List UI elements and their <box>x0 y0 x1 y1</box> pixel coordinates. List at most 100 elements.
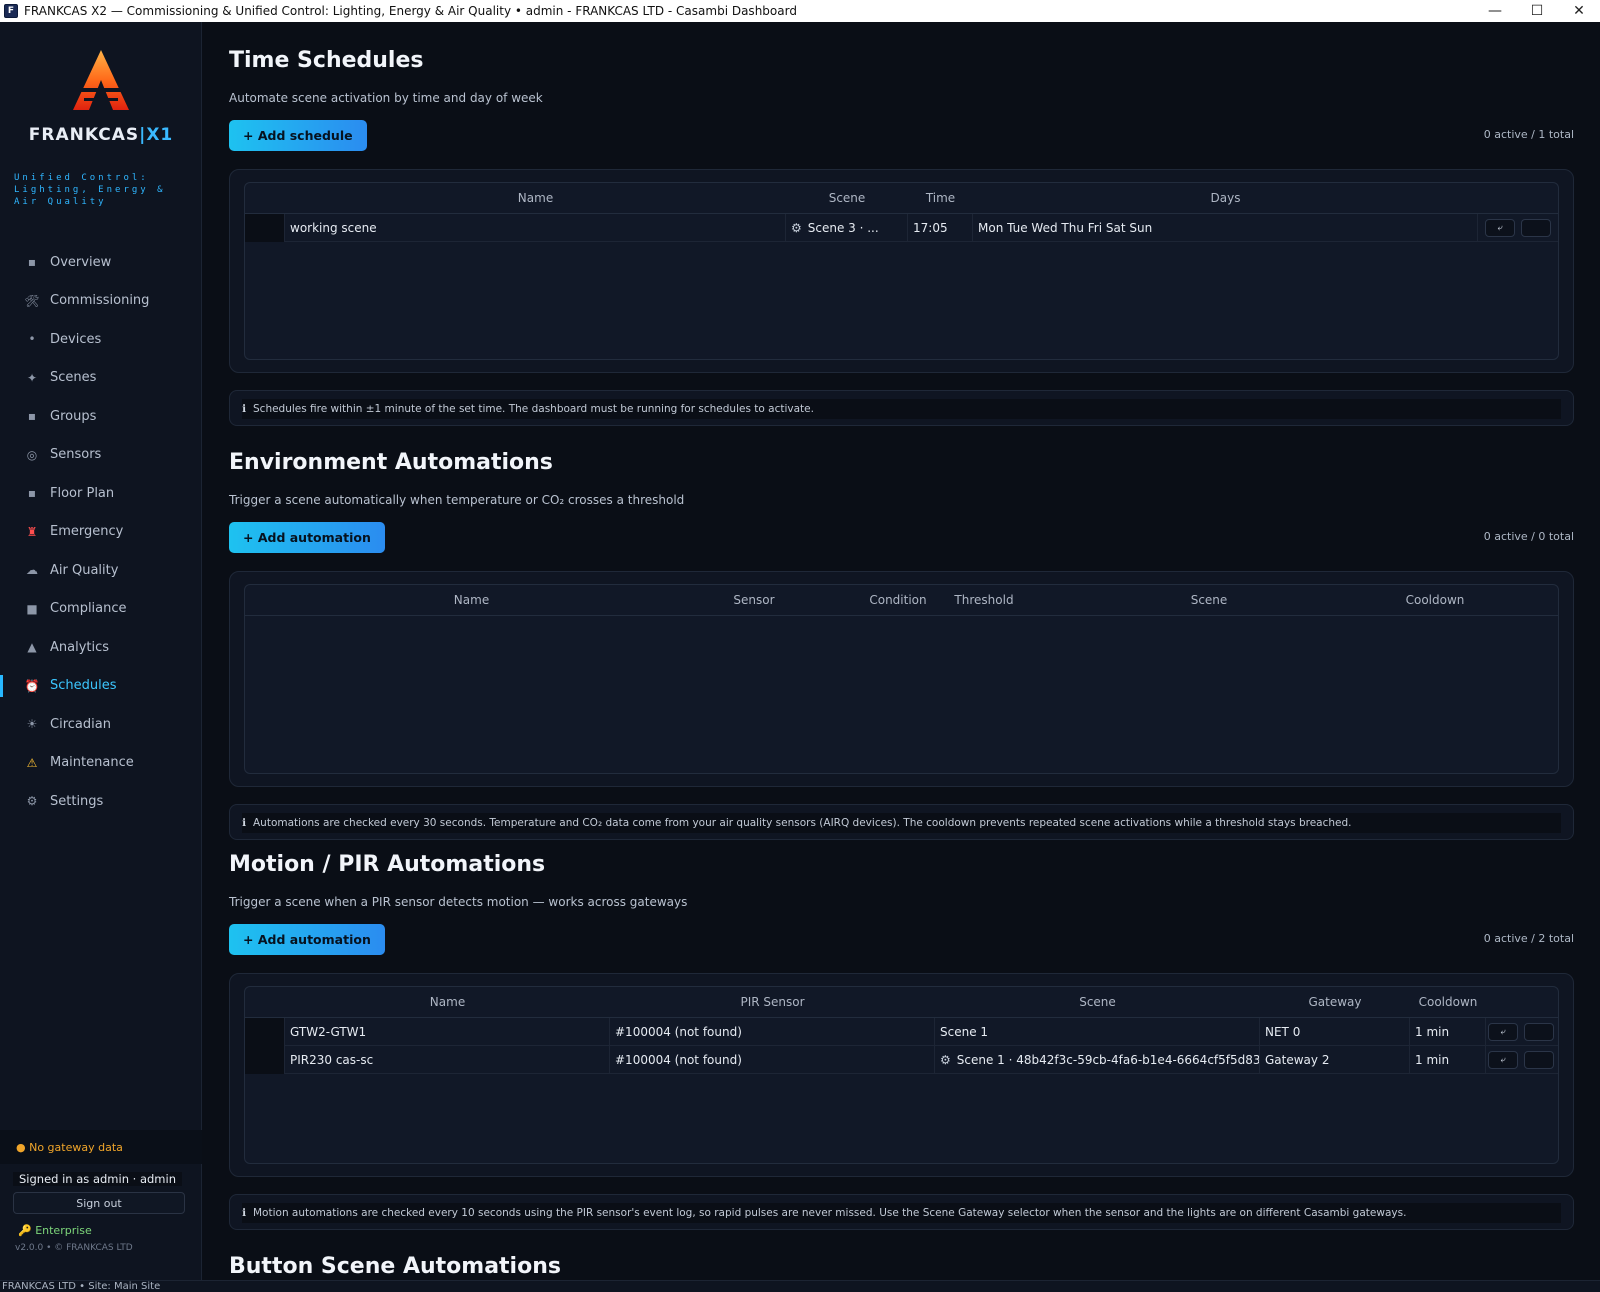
siren-icon: ♜ <box>26 524 38 539</box>
environment-table: Name Sensor Condition Threshold Scene Co… <box>244 584 1559 774</box>
sign-out-button[interactable]: Sign out <box>13 1192 185 1214</box>
automation-scene[interactable]: ⚙ Scene 1 · 48b42f3c-59cb-4fa6-b1e4-6664c… <box>935 1045 1260 1074</box>
sidebar-item-maintenance[interactable]: ⚠ Maintenance <box>0 744 202 783</box>
window-titlebar: F FRANKCAS X2 — Commissioning & Unified … <box>0 0 1600 22</box>
table-header: Name PIR Sensor Scene Gateway Cooldown <box>245 987 1558 1018</box>
sidebar-item-scenes[interactable]: ✦ Scenes <box>0 359 202 398</box>
sidebar-item-groups[interactable]: ▪ Groups <box>0 397 202 436</box>
row-checkbox[interactable] <box>245 1017 285 1046</box>
section-title: Motion / PIR Automations <box>229 852 546 877</box>
add-automation-button[interactable]: + Add automation <box>229 522 385 553</box>
minimize-button[interactable]: — <box>1474 0 1516 22</box>
table-row[interactable]: working scene ⚙ Scene 3 · ... 17:05 Mon T… <box>245 213 1558 242</box>
main-content: Time Schedules Automate scene activation… <box>203 22 1600 1280</box>
overview-icon: ▪ <box>27 255 37 270</box>
column-header[interactable]: Cooldown <box>1396 593 1474 607</box>
delete-button[interactable] <box>1521 218 1551 237</box>
row-actions: ⤶ <box>1486 1046 1556 1074</box>
brand-name: FRANKCAS|X1 <box>28 125 174 145</box>
gear-icon: ⚙ <box>791 220 802 235</box>
row-actions: ⤶ <box>1486 1018 1556 1046</box>
section-subtitle: Trigger a scene automatically when tempe… <box>229 493 685 507</box>
sensor-icon: ◎ <box>26 447 38 462</box>
edit-button[interactable]: ⤶ <box>1485 218 1515 237</box>
sidebar-item-analytics[interactable]: ▲ Analytics <box>0 628 202 667</box>
column-header[interactable]: Scene <box>786 191 908 205</box>
table-row[interactable]: GTW2-GTW1 #100004 (not found) Scene 1 NE… <box>245 1017 1558 1046</box>
info-icon: ℹ <box>242 817 246 829</box>
sidebar-item-sensors[interactable]: ◎ Sensors <box>0 436 202 475</box>
row-checkbox[interactable] <box>245 1045 285 1074</box>
sun-icon: ☀ <box>26 717 38 732</box>
column-header[interactable]: Name <box>285 995 610 1009</box>
environment-panel: Name Sensor Condition Threshold Scene Co… <box>229 571 1574 787</box>
pir-sensor: #100004 (not found) <box>610 1045 935 1074</box>
automation-scene: Scene 1 <box>935 1017 1260 1046</box>
column-header[interactable]: PIR Sensor <box>610 995 935 1009</box>
environment-info: ℹ Automations are checked every 30 second… <box>229 804 1574 840</box>
sidebar-item-air-quality[interactable]: ☁ Air Quality <box>0 551 202 590</box>
edit-button[interactable]: ⤶ <box>1488 1050 1518 1069</box>
automation-count: 0 active / 0 total <box>1483 530 1574 543</box>
column-header[interactable]: Name <box>285 593 658 607</box>
column-header[interactable]: Threshold <box>946 593 1022 607</box>
status-bar: FRANKCAS LTD • Site: Main Site <box>0 1280 1600 1292</box>
automation-cooldown: 1 min <box>1410 1017 1486 1046</box>
column-header[interactable]: Days <box>973 191 1478 205</box>
brand-tagline: Unified Control: Lighting, Energy & Air … <box>14 173 166 207</box>
sidebar-footer: ● No gateway data Signed in as admin · a… <box>0 1130 202 1253</box>
motion-automations-section: Motion / PIR Automations Trigger a scene… <box>229 852 1574 1230</box>
edit-button[interactable]: ⤶ <box>1488 1022 1518 1041</box>
column-header[interactable]: Condition <box>850 593 946 607</box>
groups-icon: ▪ <box>27 409 37 424</box>
add-motion-automation-button[interactable]: + Add automation <box>229 924 385 955</box>
sidebar-item-compliance[interactable]: ■ Compliance <box>0 590 202 629</box>
devices-icon: • <box>28 332 36 347</box>
sidebar-item-floor-plan[interactable]: ▪ Floor Plan <box>0 474 202 513</box>
sidebar-item-emergency[interactable]: ♜ Emergency <box>0 513 202 552</box>
schedule-count: 0 active / 1 total <box>1483 128 1574 141</box>
brand-logo-icon <box>73 50 129 110</box>
alarm-clock-icon: ⏰ <box>24 678 40 693</box>
sidebar-item-schedules[interactable]: ⏰ Schedules <box>0 667 202 706</box>
table-row[interactable]: PIR230 cas-sc #100004 (not found) ⚙ Scene… <box>245 1045 1558 1074</box>
schedules-info: ℹ Schedules fire within ±1 minute of the … <box>229 390 1574 426</box>
schedules-table: Name Scene Time Days working scene ⚙ Scen… <box>244 182 1559 360</box>
info-icon: ℹ <box>242 1207 246 1219</box>
close-button[interactable]: ✕ <box>1558 0 1600 22</box>
sidebar-item-circadian[interactable]: ☀ Circadian <box>0 705 202 744</box>
license-badge: 🔑 Enterprise <box>18 1224 92 1237</box>
gear-icon: ⚙ <box>940 1052 951 1067</box>
schedule-scene[interactable]: ⚙ Scene 3 · ... <box>786 213 908 242</box>
sidebar-item-settings[interactable]: ⚙ Settings <box>0 782 202 821</box>
compliance-icon: ■ <box>26 601 38 616</box>
sidebar-item-commissioning[interactable]: 🛠 Commissioning <box>0 282 202 321</box>
column-header[interactable]: Gateway <box>1260 995 1410 1009</box>
delete-button[interactable] <box>1524 1022 1554 1041</box>
sparkle-icon: ✦ <box>26 370 38 385</box>
automation-gateway: NET 0 <box>1260 1017 1410 1046</box>
sidebar-nav: ▪ Overview 🛠 Commissioning • Devices ✦ Scene… <box>0 243 202 821</box>
column-header[interactable]: Name <box>285 191 786 205</box>
section-subtitle: Trigger a scene when a PIR sensor detect… <box>229 895 688 909</box>
column-header[interactable]: Sensor <box>658 593 850 607</box>
maximize-button[interactable]: ☐ <box>1516 0 1558 22</box>
automation-name: GTW2-GTW1 <box>285 1017 610 1046</box>
automation-cooldown: 1 min <box>1410 1045 1486 1074</box>
column-header[interactable]: Scene <box>1022 593 1396 607</box>
pir-sensor: #100004 (not found) <box>610 1017 935 1046</box>
delete-button[interactable] <box>1524 1050 1554 1069</box>
gear-icon: ⚙ <box>26 794 38 809</box>
warning-icon: ⚠ <box>26 755 38 770</box>
add-schedule-button[interactable]: + Add schedule <box>229 120 367 151</box>
sidebar: FRANKCAS|X1 Unified Control: Lighting, E… <box>0 22 202 1280</box>
sidebar-item-overview[interactable]: ▪ Overview <box>0 243 202 282</box>
column-header[interactable]: Scene <box>935 995 1260 1009</box>
column-header[interactable]: Cooldown <box>1410 995 1486 1009</box>
row-checkbox[interactable] <box>245 213 285 242</box>
column-header[interactable]: Time <box>908 191 973 205</box>
motion-count: 0 active / 2 total <box>1483 932 1574 945</box>
motion-info: ℹ Motion automations are checked every 10… <box>229 1194 1574 1230</box>
sidebar-item-devices[interactable]: • Devices <box>0 320 202 359</box>
signed-in-label: Signed in as admin · admin <box>0 1172 202 1186</box>
